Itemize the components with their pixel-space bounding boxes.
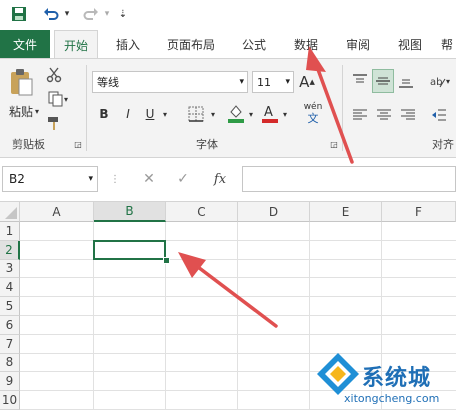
brand-logo (317, 353, 359, 395)
watermark-url: xitongcheng.com (344, 392, 440, 405)
arrow-to-cell-b2 (178, 252, 278, 328)
watermark-brand: 系统城 (362, 366, 432, 391)
arrow-to-data-tab (306, 46, 354, 164)
annotation-overlay (178, 46, 359, 395)
